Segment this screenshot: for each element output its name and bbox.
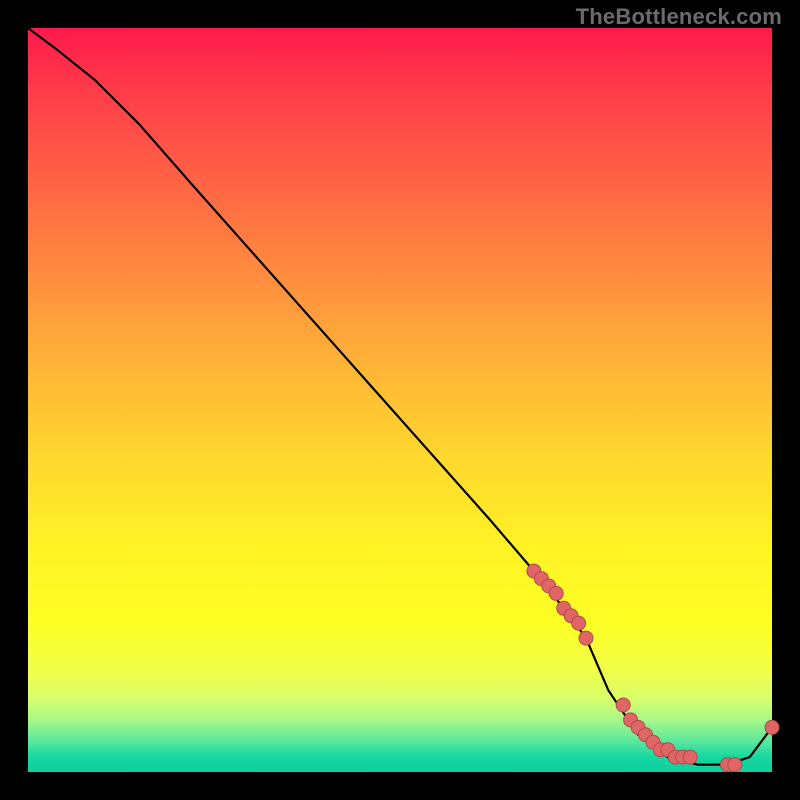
highlight-dot [728, 758, 742, 772]
highlight-dot [572, 616, 586, 630]
highlight-dot [579, 631, 593, 645]
highlight-dot [549, 586, 563, 600]
highlight-dots-group [527, 564, 779, 772]
chart-container: TheBottleneck.com [0, 0, 800, 800]
chart-svg [28, 28, 772, 772]
highlight-dot [616, 698, 630, 712]
watermark-text: TheBottleneck.com [576, 4, 782, 30]
plot-area [28, 28, 772, 772]
bottleneck-curve-line [28, 28, 772, 765]
highlight-dot [683, 750, 697, 764]
highlight-dot [765, 720, 779, 734]
